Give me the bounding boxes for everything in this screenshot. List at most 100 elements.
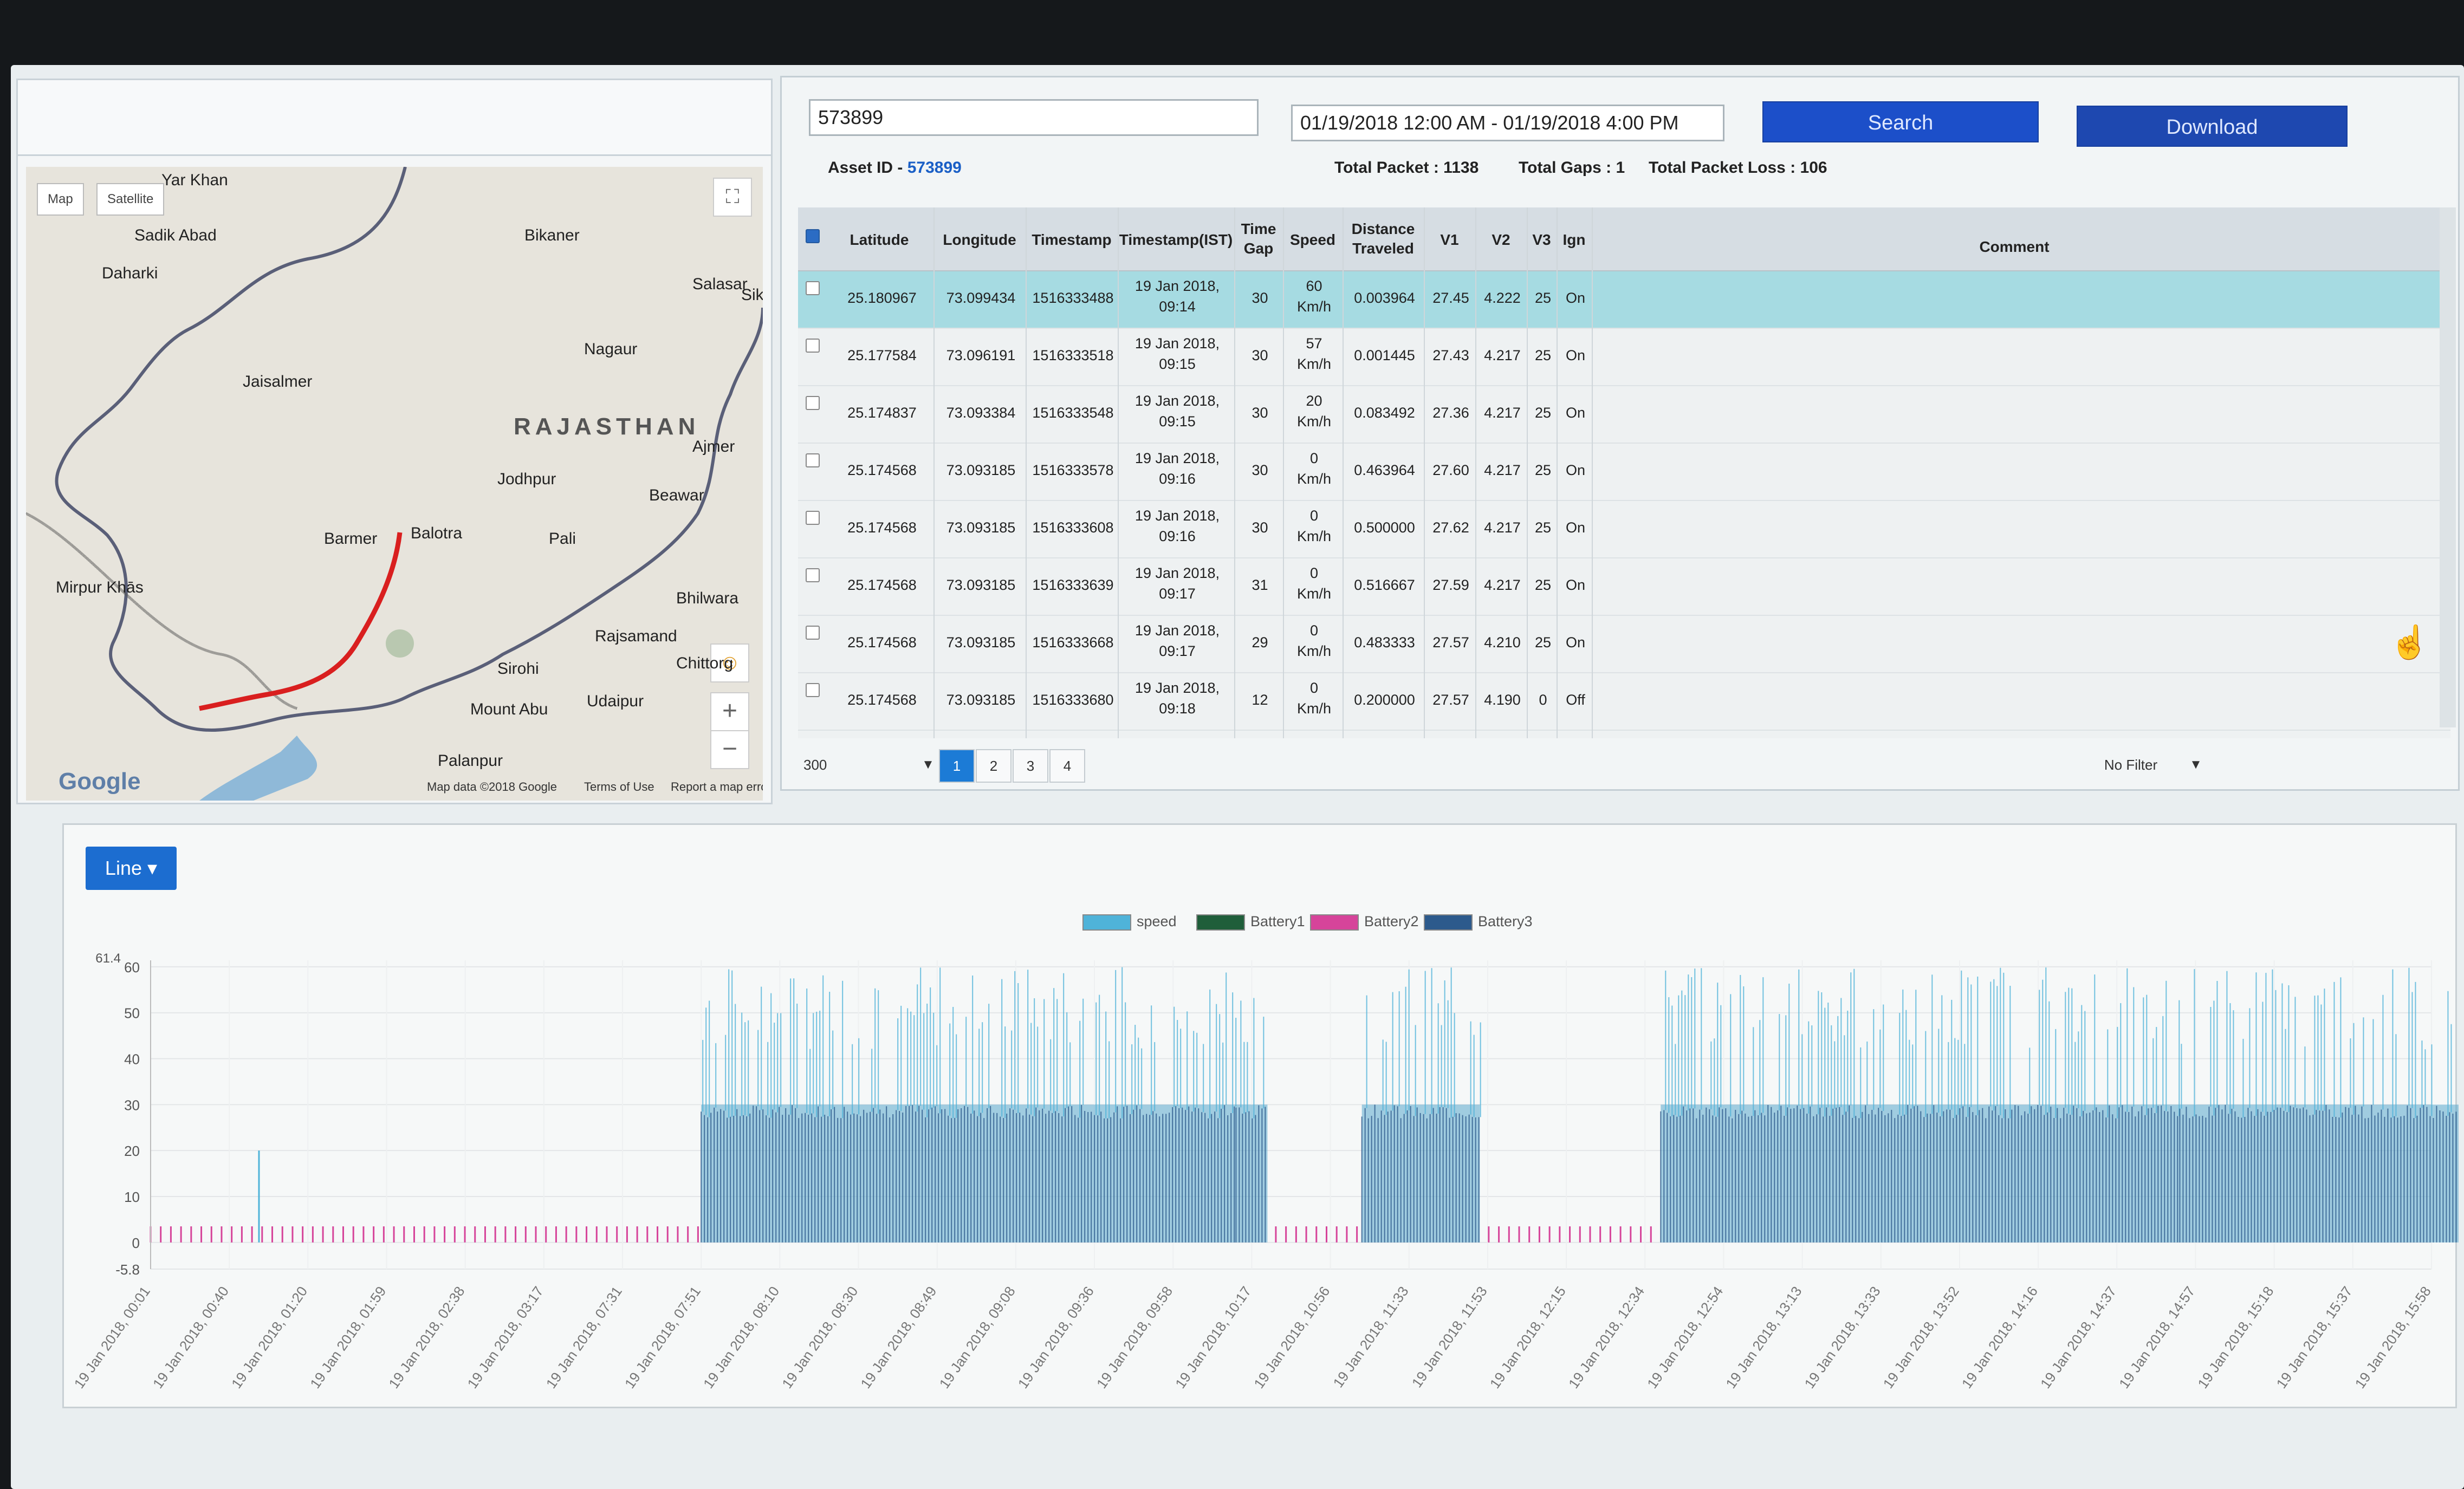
col-time-gap[interactable]: Time Gap [1234, 219, 1283, 258]
x-tick-label: 19 Jan 2018, 00:01 [71, 1283, 153, 1392]
cell-date: 19 Jan 2018, [1134, 450, 1220, 466]
table-row[interactable]: 25.17456873.093185151633368919 Jan 2018,… [798, 731, 2450, 738]
comment-filter-select[interactable]: No Filter [2066, 749, 2196, 783]
col-distance[interactable]: Distance Traveled [1343, 219, 1424, 258]
table-row[interactable]: 25.174568 73.093185 1516333639 19 Jan 2018,… [798, 558, 2450, 616]
cell-time: 09:17 [1159, 643, 1196, 659]
table-row[interactable]: 25.177584 73.096191 1516333518 19 Jan 2018,… [798, 329, 2450, 386]
x-tick-label: 19 Jan 2018, 03:17 [464, 1283, 547, 1392]
report-map-error-link[interactable]: Report a map error [671, 780, 763, 794]
filter-chevron-icon[interactable]: ▼ [2185, 749, 2207, 783]
cell-speed-value: 20 [1306, 393, 1322, 409]
col-timestamp-ist[interactable]: Timestamp(IST) [1118, 230, 1234, 250]
row-checkbox[interactable] [806, 683, 820, 697]
col-comment[interactable]: Comment [1592, 237, 2437, 257]
cell-speed-value: 57 [1306, 335, 1322, 352]
row-checkbox[interactable] [806, 396, 820, 410]
col-timestamp[interactable]: Timestamp [1026, 230, 1118, 250]
cell-v2: 4.210 [1484, 634, 1521, 651]
chevron-down-icon[interactable]: ▼ [920, 749, 936, 783]
page-4-button[interactable]: 4 [1049, 749, 1085, 783]
cell-v1: 27.57 [1432, 634, 1469, 651]
table-row[interactable]: 25.174568 73.093185 1516333668 19 Jan 2018,… [798, 616, 2450, 673]
place-label: Ajmer [692, 438, 735, 456]
cell-ign: On [1565, 290, 1586, 306]
asset-search-input[interactable]: 573899 [809, 99, 1259, 136]
grid-scrollbar[interactable] [2440, 207, 2456, 727]
map-type-map[interactable]: Map [37, 183, 84, 216]
page-2-button[interactable]: 2 [976, 749, 1011, 783]
cell-speed: 0 Km/h [1286, 620, 1343, 661]
page-3-button[interactable]: 3 [1013, 749, 1048, 783]
fullscreen-icon[interactable]: ⛶ [713, 178, 752, 217]
place-label: Pali [549, 530, 576, 548]
search-button[interactable]: Search [1762, 101, 2039, 142]
terms-link[interactable]: Terms of Use [584, 780, 654, 794]
row-checkbox[interactable] [806, 568, 820, 582]
cell-gap: 31 [1252, 577, 1268, 593]
map-view[interactable]: Map Satellite ⛶ ☺ + − Yar Khan Bikaner S… [26, 167, 763, 801]
row-checkbox[interactable] [806, 511, 820, 525]
asset-id-link[interactable]: 573899 [907, 159, 962, 177]
cell-gap: 30 [1252, 405, 1268, 421]
cell-speed-value: 0 [1309, 680, 1319, 696]
col-v2[interactable]: V2 [1475, 230, 1527, 250]
table-row[interactable]: 25.174568 73.093185 1516333680 19 Jan 2018,… [798, 673, 2450, 731]
col-divider [1026, 207, 1027, 738]
packet-table-panel: 573899 01/19/2018 12:00 AM - 01/19/2018 … [780, 76, 2460, 791]
zoom-in-button[interactable]: + [710, 692, 749, 731]
cell-time: 09:15 [1159, 356, 1196, 372]
page-size-select[interactable]: 300 [798, 749, 928, 783]
y-tick-label: 20 [124, 1143, 140, 1159]
zoom-out-button[interactable]: − [710, 730, 749, 769]
y-axis-max-label: 61.4 [95, 951, 121, 966]
col-v1[interactable]: V1 [1424, 230, 1475, 250]
map-type-satellite[interactable]: Satellite [96, 183, 165, 216]
row-checkbox[interactable] [806, 281, 820, 295]
cell-v1: 27.57 [1432, 692, 1469, 708]
row-checkbox[interactable] [806, 339, 820, 353]
y-tick-label: 0 [132, 1235, 140, 1251]
col-ign[interactable]: Ign [1557, 230, 1592, 250]
col-speed[interactable]: Speed [1283, 230, 1343, 250]
x-tick-label: 19 Jan 2018, 10:17 [1172, 1283, 1254, 1392]
asset-id-label: Asset ID - 573899 [828, 159, 962, 177]
cell-dist: 0.200000 [1354, 692, 1415, 708]
google-logo: Google [59, 768, 141, 795]
place-label: Salasar [692, 275, 748, 293]
select-all-checkbox[interactable] [806, 229, 820, 243]
page-1-button[interactable]: 1 [939, 749, 975, 783]
row-checkbox[interactable] [806, 626, 820, 640]
cell-dist: 0.500000 [1354, 519, 1415, 536]
download-button[interactable]: Download [2077, 106, 2348, 147]
cell-speed: 57 Km/h [1286, 333, 1343, 374]
cell-speed-value: 0 [1309, 565, 1319, 581]
total-gaps-label: Total Gaps : 1 [1519, 159, 1625, 177]
cell-dist: 0.001445 [1354, 347, 1415, 363]
col-divider [1592, 207, 1593, 738]
map-header [18, 80, 771, 156]
table-row[interactable]: 25.174837 73.093384 1516333548 19 Jan 2018,… [798, 386, 2450, 444]
cell-lat: 25.174568 [847, 519, 917, 536]
x-tick-label: 19 Jan 2018, 00:40 [150, 1283, 232, 1392]
col-latitude[interactable]: Latitude [825, 230, 933, 250]
x-tick-label: 19 Jan 2018, 01:59 [307, 1283, 389, 1392]
telemetry-line-chart[interactable]: 6050403020100-5.861.419 Jan 2018, 00:011… [64, 825, 2459, 1410]
date-range-input[interactable]: 01/19/2018 12:00 AM - 01/19/2018 4:00 PM [1291, 105, 1724, 141]
cell-gap: 30 [1252, 290, 1268, 306]
route-line [199, 532, 403, 711]
col-v3[interactable]: V3 [1527, 230, 1557, 250]
x-tick-label: 19 Jan 2018, 08:10 [700, 1283, 782, 1392]
table-row[interactable]: 25.174568 73.093185 1516333608 19 Jan 2018,… [798, 501, 2450, 558]
cell-speed-unit: Km/h [1296, 413, 1332, 430]
total-packet-label: Total Packet : 1138 [1334, 159, 1479, 177]
place-label: Balotra [411, 524, 463, 542]
x-tick-label: 19 Jan 2018, 08:49 [857, 1283, 939, 1392]
place-label: Daharki [102, 264, 158, 282]
y-tick-label: 40 [124, 1051, 140, 1068]
x-tick-label: 19 Jan 2018, 12:15 [1487, 1283, 1569, 1392]
table-row[interactable]: 25.174568 73.093185 1516333578 19 Jan 2018,… [798, 444, 2450, 501]
table-row[interactable]: 25.180967 73.099434 1516333488 19 Jan 2018,… [798, 271, 2450, 329]
col-longitude[interactable]: Longitude [933, 230, 1026, 250]
row-checkbox[interactable] [806, 453, 820, 467]
